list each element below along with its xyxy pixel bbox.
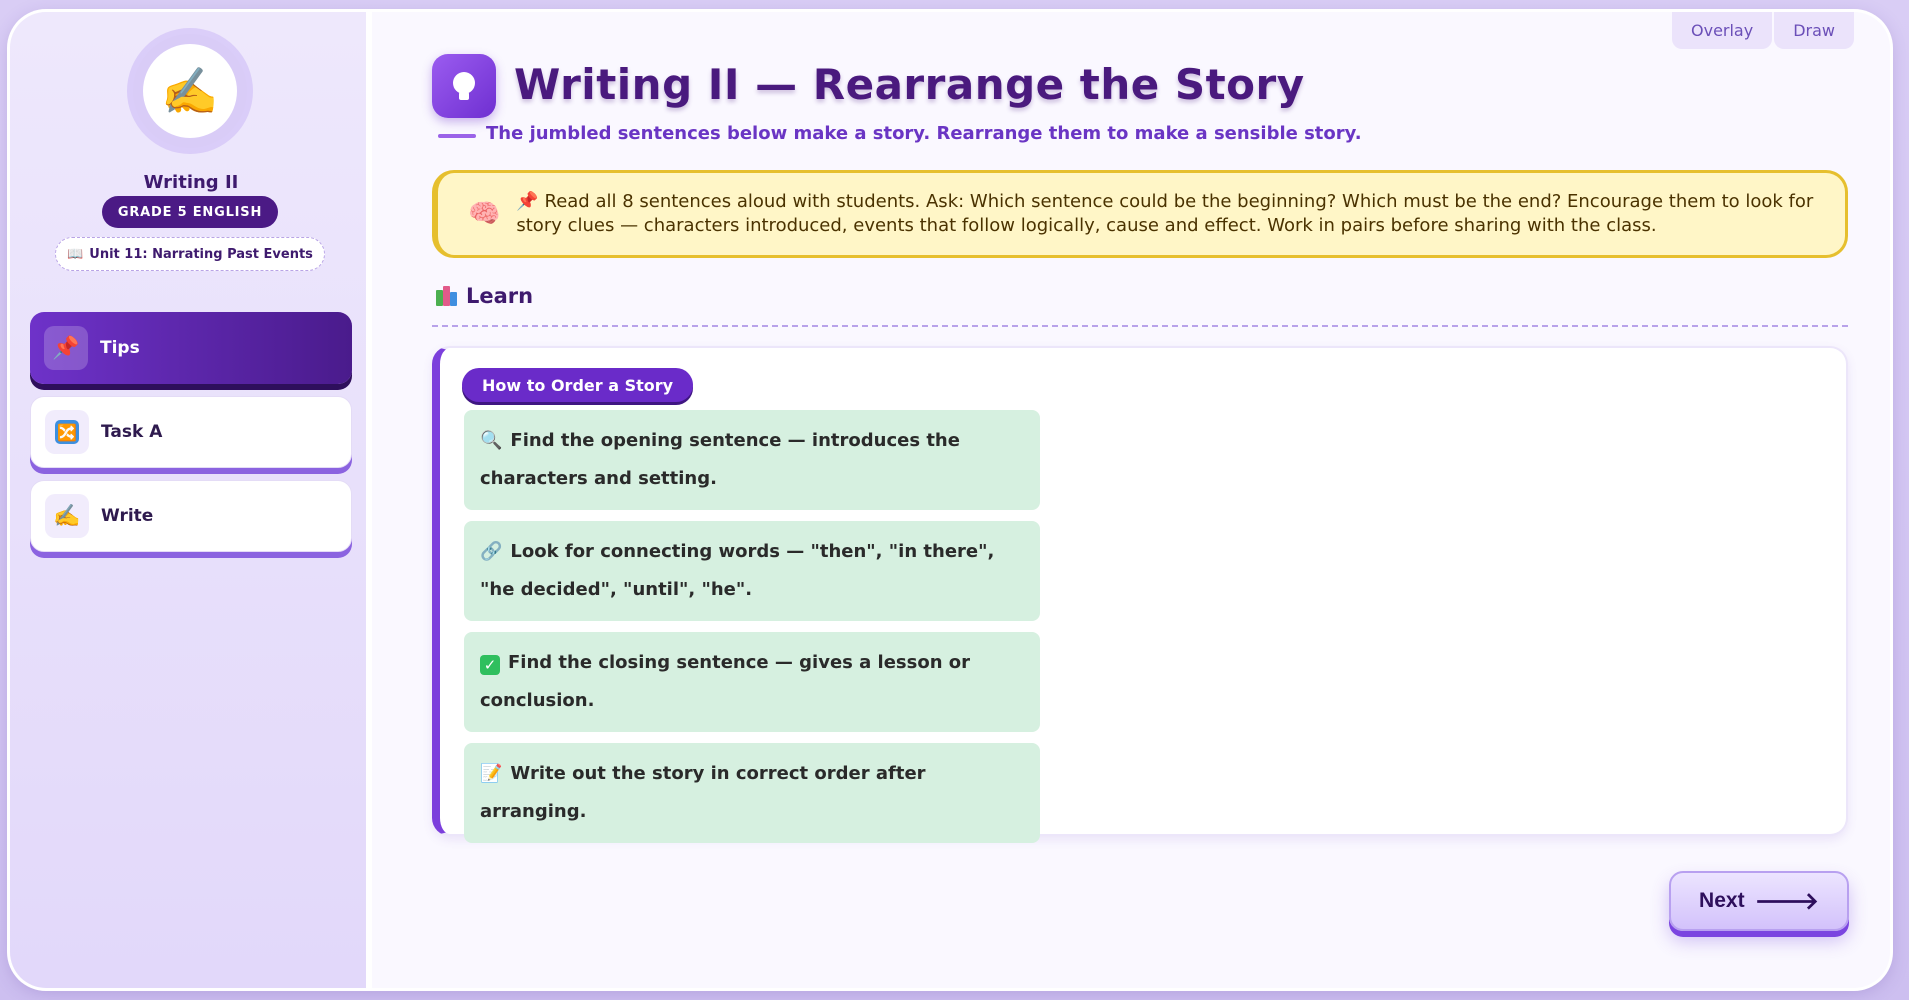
sidebar-item-label: Tips	[100, 338, 140, 358]
books-icon	[436, 286, 458, 306]
sidebar: ✍️ Writing II GRADE 5 ENGLISH 📖 Unit 11:…	[10, 12, 372, 988]
learn-label: Learn	[466, 284, 534, 308]
next-button[interactable]: Next 🡒	[1669, 871, 1849, 931]
unit-badge: 📖 Unit 11: Narrating Past Events	[55, 237, 325, 271]
page-title: Writing II — Rearrange the Story	[514, 60, 1305, 109]
next-label: Next	[1699, 889, 1745, 912]
top-toolbar: Overlay Draw	[1672, 12, 1854, 49]
teacher-note: 🧠 📌 Read all 8 sentences aloud with stud…	[432, 170, 1848, 258]
sidebar-item-label: Task A	[101, 422, 163, 442]
sidebar-item-label: Write	[101, 506, 154, 526]
tip-item: 🔍 Find the opening sentence — introduces …	[464, 410, 1040, 510]
pushpin-icon: 📌	[44, 326, 88, 370]
unit-label: Unit 11: Narrating Past Events	[89, 246, 313, 262]
page-subtitle: The jumbled sentences below make a story…	[486, 123, 1362, 144]
tip-item: 🔗 Look for connecting words — "then", "in…	[464, 521, 1040, 621]
divider	[432, 325, 1848, 327]
book-icon: 📖	[67, 246, 84, 262]
draw-button[interactable]: Draw	[1774, 12, 1854, 49]
sidebar-item-task-a[interactable]: 🔀 Task A	[30, 396, 352, 468]
avatar: ✍️	[133, 34, 247, 148]
tip-item: ✓ Find the closing sentence — gives a les…	[464, 632, 1040, 732]
sidebar-title: Writing II	[143, 172, 239, 193]
main-content: Writing II — Rearrange the Story The jum…	[372, 12, 1890, 988]
sidebar-item-write[interactable]: ✍️ Write	[30, 480, 352, 552]
overlay-button[interactable]: Overlay	[1672, 12, 1773, 49]
writing-hand-icon: ✍️	[143, 44, 237, 138]
grade-badge: GRADE 5 ENGLISH	[102, 196, 278, 228]
sidebar-nav: 📌 Tips 🔀 Task A ✍️ Write	[30, 312, 352, 564]
checkmark-icon: ✓	[480, 655, 500, 675]
lightbulb-icon	[432, 54, 496, 118]
tip-item: 📝 Write out the story in correct order af…	[464, 743, 1040, 843]
brain-icon: 🧠	[468, 199, 501, 229]
app-frame: Overlay Draw ✍️ Writing II GRADE 5 ENGLI…	[10, 12, 1890, 988]
link-icon: 🔗	[480, 541, 503, 562]
memo-icon: 📝	[480, 763, 503, 784]
arrow-right-icon: 🡒	[1754, 888, 1819, 915]
writing-hand-icon: ✍️	[45, 494, 89, 538]
teacher-note-text: 📌 Read all 8 sentences aloud with studen…	[516, 191, 1814, 236]
shuffle-icon: 🔀	[55, 420, 79, 444]
sidebar-item-tips[interactable]: 📌 Tips	[30, 312, 352, 384]
learn-heading: Learn	[436, 284, 533, 308]
magnifier-icon: 🔍	[480, 430, 503, 451]
subtitle-accent	[438, 134, 476, 138]
card-title: How to Order a Story	[462, 368, 694, 402]
tips-card: How to Order a Story 🔍 Find the opening s…	[432, 346, 1848, 843]
